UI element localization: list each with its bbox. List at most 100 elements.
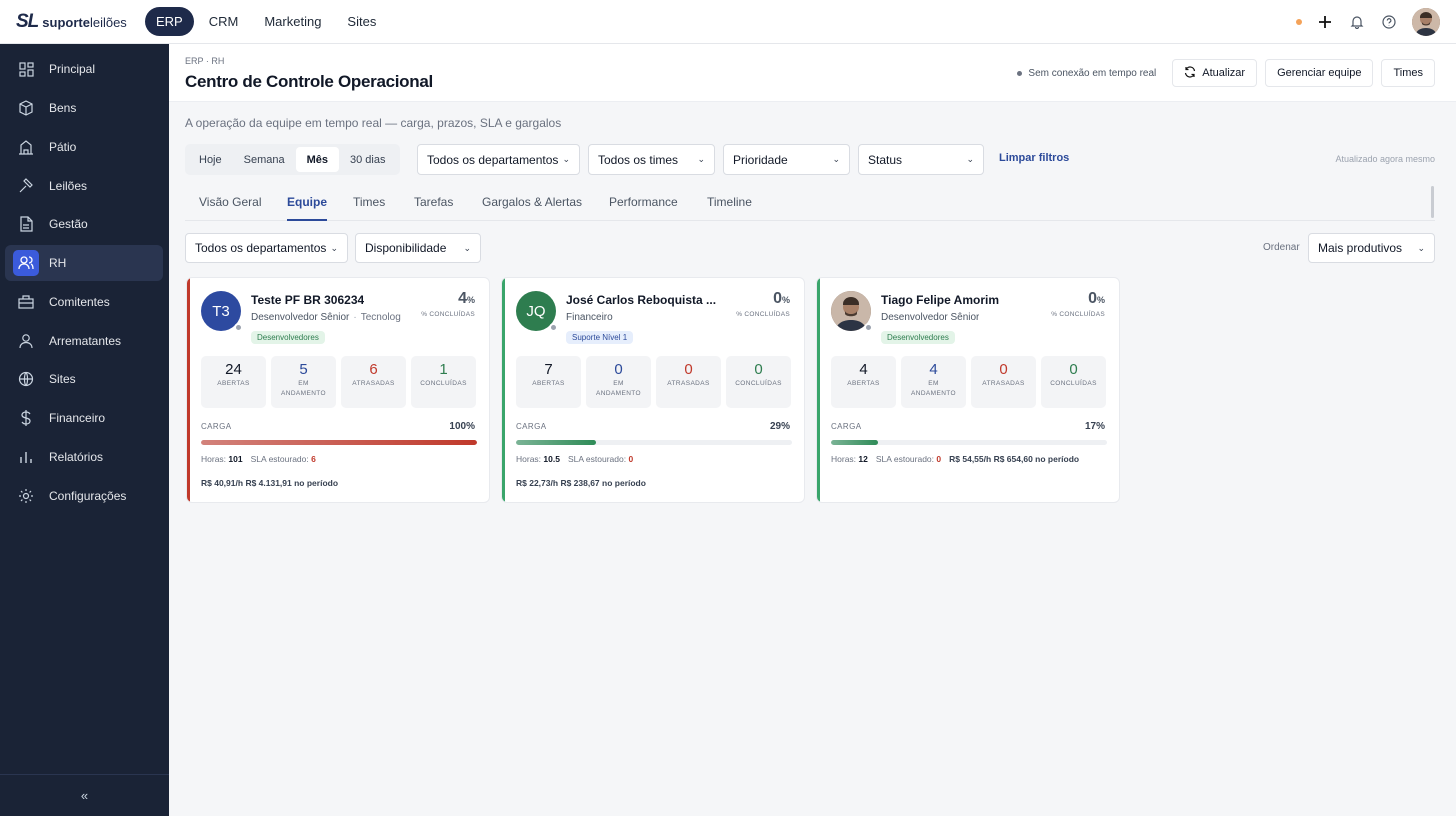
stat-open[interactable]: 24 ABERTAS bbox=[201, 356, 266, 408]
sidebar-item-bens[interactable]: Bens bbox=[5, 90, 163, 126]
stat-open[interactable]: 4 ABERTAS bbox=[831, 356, 896, 408]
help-icon[interactable] bbox=[1380, 13, 1398, 31]
member-name[interactable]: Teste PF BR 306234 bbox=[251, 293, 364, 307]
top-actions bbox=[1296, 8, 1440, 36]
avatar-initials: T3 bbox=[212, 302, 230, 320]
period-today[interactable]: Hoje bbox=[188, 147, 233, 172]
tab-times[interactable]: Times bbox=[353, 195, 385, 221]
period-week[interactable]: Semana bbox=[233, 147, 296, 172]
status-select[interactable]: Status ⌄ bbox=[858, 144, 984, 175]
tab-visao-geral[interactable]: Visão Geral bbox=[199, 195, 261, 221]
member-name[interactable]: José Carlos Reboquista ... bbox=[566, 293, 716, 307]
clear-filters-link[interactable]: Limpar filtros bbox=[999, 152, 1069, 164]
tab-tarefas[interactable]: Tarefas bbox=[414, 195, 453, 221]
presence-dot bbox=[864, 323, 873, 332]
completion-percent: 0% bbox=[1088, 290, 1105, 307]
top-nav: ERP CRM Marketing Sites bbox=[145, 7, 387, 36]
sidebar-item-leiloes[interactable]: Leilões bbox=[5, 168, 163, 204]
priority-select-value: Prioridade bbox=[733, 152, 788, 167]
sidebar-item-principal[interactable]: Principal bbox=[5, 51, 163, 87]
stat-late[interactable]: 0 ATRASADAS bbox=[656, 356, 721, 408]
brand-logo[interactable]: SL suporteleilões bbox=[16, 11, 127, 33]
sidebar-item-comitentes[interactable]: Comitentes bbox=[5, 284, 163, 320]
connection-label: Sem conexão em tempo real bbox=[1028, 67, 1157, 79]
stat-open[interactable]: 7 ABERTAS bbox=[516, 356, 581, 408]
sidebar-item-gestao[interactable]: Gestão bbox=[5, 206, 163, 242]
connection-status: Sem conexão em tempo real bbox=[1017, 68, 1156, 79]
refresh-button[interactable]: Atualizar bbox=[1172, 59, 1258, 87]
card-accent bbox=[502, 278, 505, 502]
completion-label: % CONCLUÍDAS bbox=[421, 311, 475, 318]
topnav-erp[interactable]: ERP bbox=[145, 7, 194, 36]
avatar-initials: JQ bbox=[526, 302, 546, 320]
card-accent bbox=[817, 278, 820, 502]
tab-timeline[interactable]: Timeline bbox=[707, 195, 752, 221]
completion-label: % CONCLUÍDAS bbox=[1051, 311, 1105, 318]
page-title: Centro de Controle Operacional bbox=[185, 72, 433, 91]
manage-team-button[interactable]: Gerenciar equipe bbox=[1265, 59, 1374, 87]
member-name[interactable]: Tiago Felipe Amorim bbox=[881, 293, 999, 307]
topnav-sites[interactable]: Sites bbox=[336, 7, 387, 36]
user-icon bbox=[17, 332, 35, 350]
department-select[interactable]: Todos os departamentos ⌄ bbox=[417, 144, 580, 175]
load-value: 100% bbox=[449, 421, 475, 432]
plus-icon[interactable] bbox=[1316, 13, 1334, 31]
team-badge: Desenvolvedores bbox=[881, 331, 955, 344]
stat-in-progress[interactable]: 5 EM ANDAMENTO bbox=[271, 356, 336, 408]
globe-icon bbox=[17, 370, 35, 388]
member-card[interactable]: T3 Teste PF BR 306234 Desenvolvedor Sênior… bbox=[186, 277, 490, 503]
dollar-icon bbox=[17, 409, 35, 427]
load-value: 29% bbox=[769, 421, 790, 432]
sidebar-collapse-button[interactable]: « bbox=[0, 774, 169, 816]
topnav-marketing[interactable]: Marketing bbox=[253, 7, 332, 36]
member-card[interactable]: Tiago Felipe Amorim Desenvolvedor Sênior D… bbox=[816, 277, 1120, 503]
sidebar-item-arrematantes[interactable]: Arrematantes bbox=[5, 323, 163, 359]
grid-icon bbox=[17, 60, 35, 78]
load-bar bbox=[516, 440, 792, 445]
sidebar-item-relatorios[interactable]: Relatórios bbox=[5, 439, 163, 475]
sla-over-value: 0 bbox=[628, 454, 634, 464]
stat-late[interactable]: 6 ATRASADAS bbox=[341, 356, 406, 408]
tab-bar: Visão Geral Equipe Times Tarefas Gargalo… bbox=[185, 188, 1435, 221]
gavel-icon bbox=[17, 177, 35, 195]
user-avatar[interactable] bbox=[1412, 8, 1440, 36]
chevron-down-icon: ⌄ bbox=[463, 242, 471, 253]
sidebar-item-label: RH bbox=[49, 256, 67, 270]
stat-late[interactable]: 0 ATRASADAS bbox=[971, 356, 1036, 408]
bell-icon[interactable] bbox=[1348, 13, 1366, 31]
tab-performance[interactable]: Performance bbox=[609, 195, 678, 221]
stat-in-progress[interactable]: 4 EM ANDAMENTO bbox=[901, 356, 966, 408]
stat-done[interactable]: 0 CONCLUÍDAS bbox=[726, 356, 791, 408]
teams-button[interactable]: Times bbox=[1381, 59, 1435, 87]
stat-done[interactable]: 0 CONCLUÍDAS bbox=[1041, 356, 1106, 408]
breadcrumb: ERP · RH bbox=[185, 56, 225, 66]
period-30-days[interactable]: 30 dias bbox=[339, 147, 396, 172]
sidebar-item-financeiro[interactable]: Financeiro bbox=[5, 400, 163, 436]
logo-mark: SL bbox=[16, 11, 39, 32]
top-bar: SL suporteleilões ERP CRM Marketing Site… bbox=[0, 0, 1456, 44]
sidebar-item-rh[interactable]: RH bbox=[5, 245, 163, 281]
team-select[interactable]: Todos os times ⌄ bbox=[588, 144, 715, 175]
avatar bbox=[831, 291, 873, 332]
member-card[interactable]: JQ José Carlos Reboquista ... Financeiro Su… bbox=[501, 277, 805, 503]
stat-done[interactable]: 1 CONCLUÍDAS bbox=[411, 356, 476, 408]
hours-value: 12 bbox=[858, 454, 868, 464]
tab-equipe[interactable]: Equipe bbox=[287, 195, 328, 221]
team-department-select[interactable]: Todos os departamentos ⌄ bbox=[185, 233, 348, 263]
document-icon bbox=[17, 215, 35, 233]
team-select-value: Todos os times bbox=[598, 152, 679, 167]
chevron-down-icon: ⌄ bbox=[562, 154, 570, 164]
availability-select[interactable]: Disponibilidade ⌄ bbox=[355, 233, 481, 263]
scrollbar[interactable] bbox=[1431, 186, 1434, 218]
sidebar-item-label: Leilões bbox=[49, 179, 88, 193]
sidebar-item-patio[interactable]: Pátio bbox=[5, 129, 163, 165]
order-select[interactable]: Mais produtivos ⌄ bbox=[1308, 233, 1435, 263]
sidebar-item-configuracoes[interactable]: Configurações bbox=[5, 478, 163, 514]
avatar: JQ bbox=[516, 291, 558, 332]
priority-select[interactable]: Prioridade ⌄ bbox=[723, 144, 850, 175]
stat-in-progress[interactable]: 0 EM ANDAMENTO bbox=[586, 356, 651, 408]
sidebar-item-sites[interactable]: Sites bbox=[5, 361, 163, 397]
tab-gargalos-alertas[interactable]: Gargalos & Alertas bbox=[482, 195, 582, 221]
period-month[interactable]: Mês bbox=[295, 147, 340, 172]
topnav-crm[interactable]: CRM bbox=[198, 7, 250, 36]
